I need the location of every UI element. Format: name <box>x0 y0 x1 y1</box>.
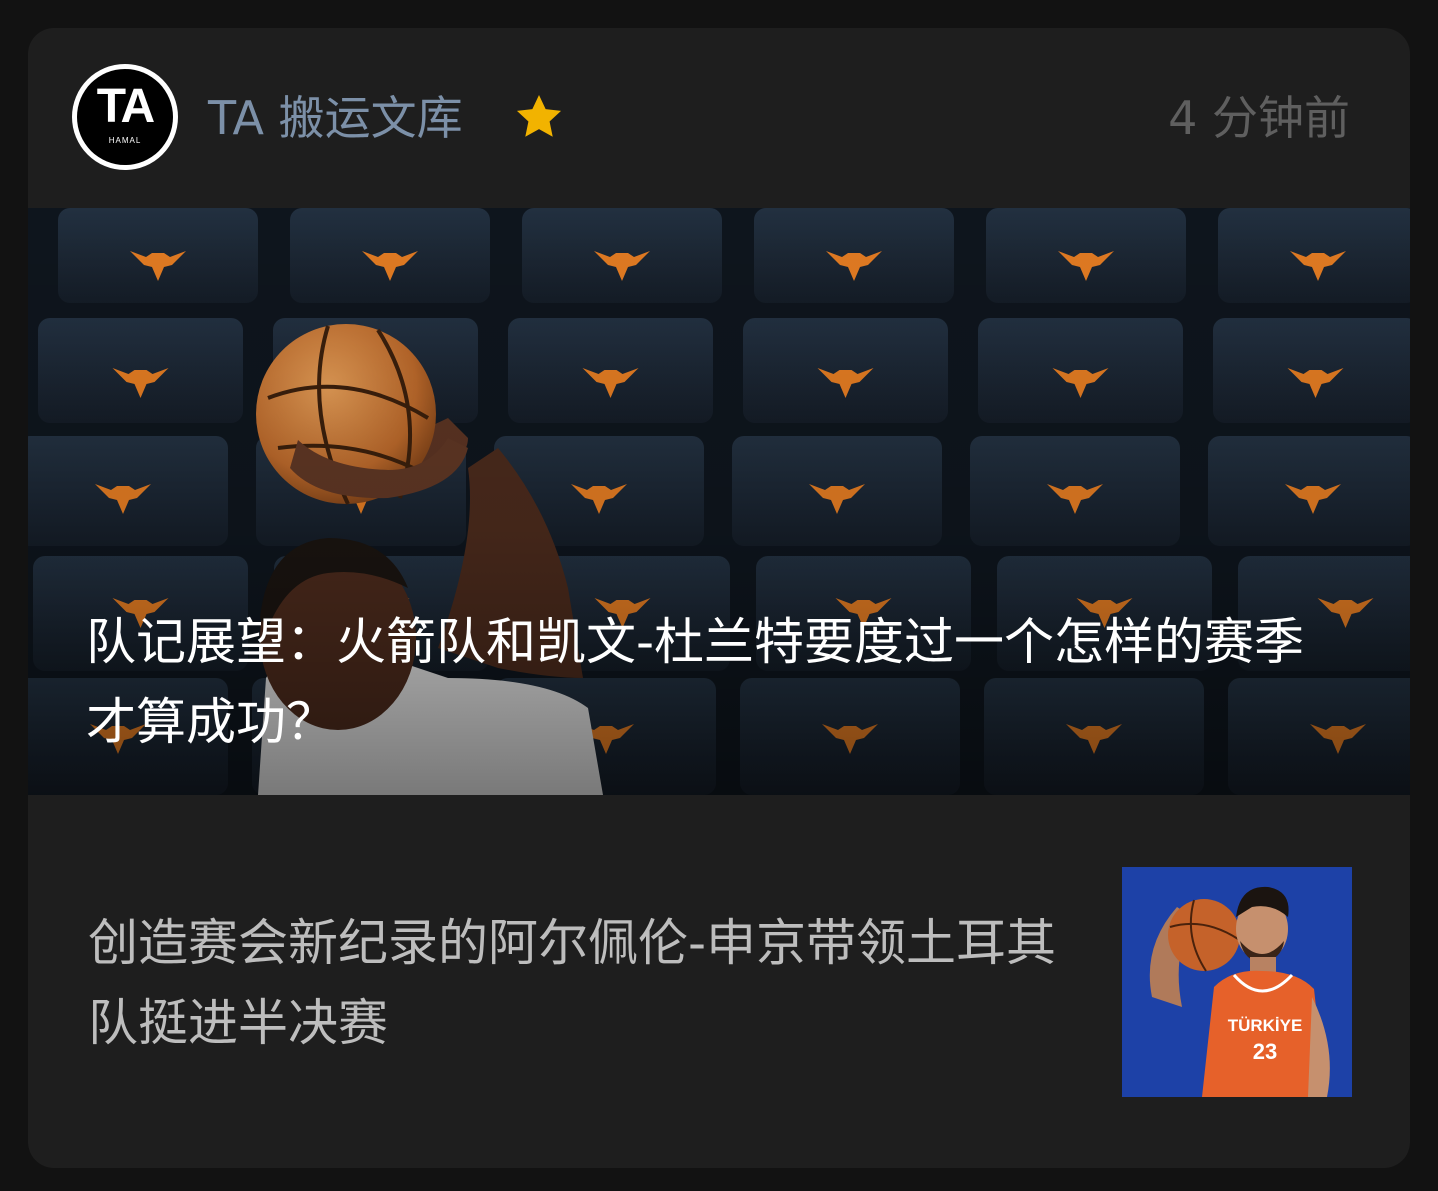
post-time: 4 分钟前 <box>1168 91 1350 145</box>
star-icon <box>516 94 562 137</box>
thumbnail-image: TÜRKİYE 23 <box>1122 867 1352 1097</box>
featured-article[interactable]: 队记展望：火箭队和凯文-杜兰特要度过一个怎样的赛季才算成功？ <box>28 208 1410 795</box>
featured-article-title[interactable]: 队记展望：火箭队和凯文-杜兰特要度过一个怎样的赛季才算成功？ <box>86 602 1346 762</box>
article-thumbnail[interactable]: TÜRKİYE 23 <box>1122 867 1352 1097</box>
article-card[interactable]: TA HAMAL TA 搬运文库 4 分钟前 队记展望：火箭队和凯文-杜兰特要度… <box>28 28 1410 1168</box>
avatar-logo: TA HAMAL <box>77 69 173 165</box>
avatar-logo-text: TA <box>96 80 155 133</box>
account-name[interactable]: TA 搬运文库 <box>208 88 463 148</box>
account-avatar[interactable]: TA HAMAL <box>72 64 178 170</box>
article-list-item[interactable]: 创造赛会新纪录的阿尔佩伦-申京带领土耳其队挺进半决赛 TÜRKİYE 23 <box>28 795 1410 1168</box>
jersey-text: TÜRKİYE <box>1228 1016 1303 1035</box>
avatar-logo-subtext: HAMAL <box>108 136 142 145</box>
card-header: TA HAMAL TA 搬运文库 4 分钟前 <box>28 28 1410 208</box>
article-title[interactable]: 创造赛会新纪录的阿尔佩伦-申京带领土耳其队挺进半决赛 <box>88 903 1088 1063</box>
jersey-number: 23 <box>1253 1039 1277 1064</box>
